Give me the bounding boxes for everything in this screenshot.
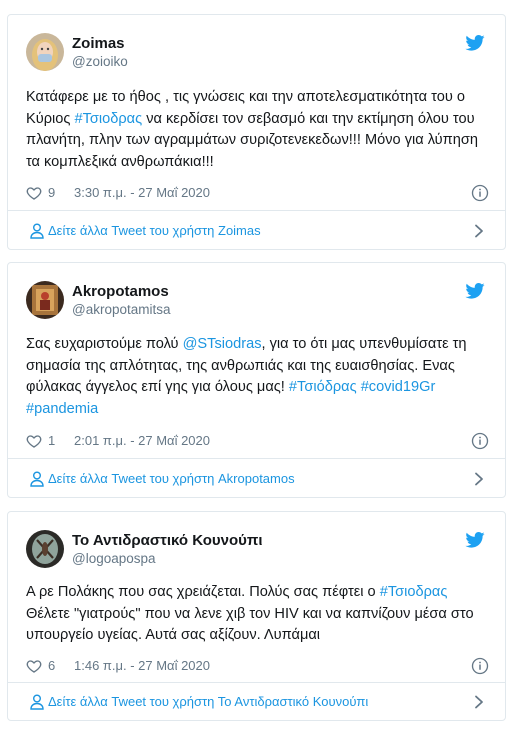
info-icon[interactable] [471,657,489,675]
hashtag-link[interactable]: #pandemia [26,401,98,417]
like-count[interactable]: 6 [48,656,55,676]
tweet-card: Zoimas @zoioiko Κατάφερε με το ήθος , τι… [7,14,506,250]
user-handle[interactable]: @akropotamitsa [72,301,171,319]
more-tweets-link[interactable]: Δείτε άλλα Tweet του χρήστη Zoimas [8,211,505,251]
twitter-bird-icon[interactable] [465,35,485,51]
user-handle[interactable]: @zoioiko [72,53,128,71]
hashtag-link[interactable]: #Τσιοδρας [380,584,448,600]
more-tweets-label[interactable]: Δείτε άλλα Tweet του χρήστη Zoimas [48,222,261,240]
more-tweets-label[interactable]: Δείτε άλλα Tweet του χρήστη Akropotamos [48,470,295,488]
mention-link[interactable]: @STsiodras [183,336,262,352]
info-icon[interactable] [471,184,489,202]
tweet-timestamp[interactable]: 3:30 π.μ. - 27 Μαΐ 2020 [74,183,210,203]
person-icon [30,471,44,487]
tweet-text: Κατάφερε με το ήθος , τις γνώσεις και τη… [26,87,489,173]
display-name[interactable]: Το Αντιδραστικό Κουνούπι [72,532,263,550]
tweet-meta: 9 3:30 π.μ. - 27 Μαΐ 2020 [26,183,489,203]
user-names[interactable]: Το Αντιδραστικό Κουνούπι @logoapospa [72,532,263,568]
avatar[interactable] [26,281,64,319]
user-handle[interactable]: @logoapospa [72,550,263,568]
tweet-meta: 6 1:46 π.μ. - 27 Μαΐ 2020 [26,656,489,676]
tweet-text-segment: Σας ευχαριστούμε πολύ [26,336,183,352]
chevron-right-icon[interactable] [473,224,485,238]
chevron-right-icon[interactable] [473,695,485,709]
like-count[interactable]: 1 [48,431,55,451]
tweet-text-segment: Α ρε Πολάκης που σας χρειάζεται. Πολύς σ… [26,584,380,600]
avatar[interactable] [26,33,64,71]
like-count[interactable]: 9 [48,183,55,203]
icon-painting-avatar-icon [26,281,64,319]
more-tweets-link[interactable]: Δείτε άλλα Tweet του χρήστη Akropotamos [8,459,505,499]
hashtag-link[interactable]: #Τσιόδρας [289,379,357,395]
user-names[interactable]: Akropotamos @akropotamitsa [72,283,171,319]
tweet-header: Zoimas @zoioiko [26,33,487,73]
heart-icon[interactable] [26,433,42,449]
more-tweets-link[interactable]: Δείτε άλλα Tweet του χρήστη Το Αντιδραστ… [8,682,505,722]
heart-icon[interactable] [26,658,42,674]
avatar[interactable] [26,530,64,568]
tweet-timestamp[interactable]: 2:01 π.μ. - 27 Μαΐ 2020 [74,431,210,451]
more-tweets-label[interactable]: Δείτε άλλα Tweet του χρήστη Το Αντιδραστ… [48,693,368,711]
tweet-text-segment: Θέλετε "γιατρούς" που να λενε χιβ τον HI… [26,605,474,644]
display-name[interactable]: Zoimas [72,35,128,53]
chevron-right-icon[interactable] [473,472,485,486]
tweet-card: Akropotamos @akropotamitsa Σας ευχαριστο… [7,262,506,498]
display-name[interactable]: Akropotamos [72,283,171,301]
tweet-header: Akropotamos @akropotamitsa [26,281,487,321]
tweet-timestamp[interactable]: 1:46 π.μ. - 27 Μαΐ 2020 [74,656,210,676]
woman-with-mask-avatar-icon [26,33,64,71]
tweet-text: Α ρε Πολάκης που σας χρειάζεται. Πολύς σ… [26,582,489,647]
tweet-text: Σας ευχαριστούμε πολύ @STsiodras, για το… [26,334,489,420]
tweet-card: Το Αντιδραστικό Κουνούπι @logoapospa Α ρ… [7,511,506,721]
info-icon[interactable] [471,432,489,450]
tweet-header: Το Αντιδραστικό Κουνούπι @logoapospa [26,530,487,570]
mosquito-avatar-icon [26,530,64,568]
twitter-bird-icon[interactable] [465,532,485,548]
person-icon [30,694,44,710]
tweet-meta: 1 2:01 π.μ. - 27 Μαΐ 2020 [26,431,489,451]
person-icon [30,223,44,239]
twitter-bird-icon[interactable] [465,283,485,299]
user-names[interactable]: Zoimas @zoioiko [72,35,128,71]
heart-icon[interactable] [26,185,42,201]
hashtag-link[interactable]: #covid19Gr [361,379,436,395]
hashtag-link[interactable]: #Τσιοδρας [74,111,142,127]
